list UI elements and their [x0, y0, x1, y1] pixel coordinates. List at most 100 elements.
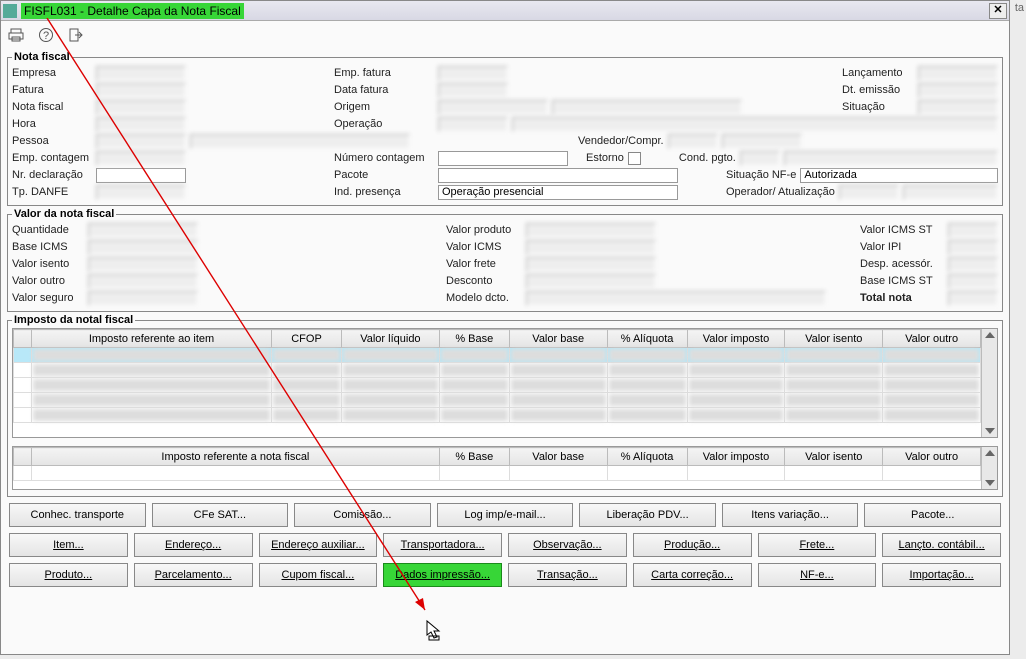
tax-note-table[interactable]: Imposto referente a nota fiscal % Base V…: [13, 447, 981, 481]
btn-importacao[interactable]: Importação...: [882, 563, 1001, 587]
btn-itens-variacao[interactable]: Itens variação...: [722, 503, 859, 527]
table-row[interactable]: [14, 348, 981, 363]
help-icon[interactable]: ?: [37, 26, 55, 44]
fld-pessoa-desc[interactable]: [190, 134, 410, 149]
fld-pessoa[interactable]: [96, 134, 186, 149]
fld-base-icms-st[interactable]: [948, 274, 998, 289]
fld-pacote[interactable]: [438, 168, 678, 183]
fld-lancamento[interactable]: [918, 66, 998, 81]
th-valor-imposto[interactable]: Valor imposto: [687, 330, 785, 348]
btn-item[interactable]: Item...: [9, 533, 128, 557]
fld-total-nota[interactable]: [948, 291, 998, 306]
fld-desp-acessor[interactable]: [948, 257, 998, 272]
th-pct-aliq[interactable]: % Alíquota: [607, 330, 687, 348]
fld-valor-seguro[interactable]: [88, 291, 198, 306]
btn-log-imp-email[interactable]: Log imp/e-mail...: [437, 503, 574, 527]
fld-valor-outro[interactable]: [88, 274, 198, 289]
table-row[interactable]: [14, 378, 981, 393]
btn-endereco-aux[interactable]: Endereço auxiliar...: [259, 533, 378, 557]
th-valor-base-2[interactable]: Valor base: [509, 448, 607, 466]
fld-valor-icms[interactable]: [526, 240, 656, 255]
table-row[interactable]: [14, 408, 981, 423]
btn-conhec-transporte[interactable]: Conhec. transporte: [9, 503, 146, 527]
th-valor-imposto-2[interactable]: Valor imposto: [687, 448, 785, 466]
fld-ind-presenca[interactable]: Operação presencial: [438, 185, 678, 200]
fld-valor-icms-st[interactable]: [948, 223, 998, 238]
fld-nota-fiscal[interactable]: [96, 100, 186, 115]
th-handle-2[interactable]: [14, 448, 32, 466]
th-valor-liquido[interactable]: Valor líquido: [342, 330, 440, 348]
fld-origem-2[interactable]: [552, 100, 742, 115]
fld-empresa[interactable]: [96, 66, 186, 81]
scrollbar-vertical[interactable]: [981, 329, 997, 437]
btn-pacote[interactable]: Pacote...: [864, 503, 1001, 527]
th-valor-isento-2[interactable]: Valor isento: [785, 448, 883, 466]
btn-dados-impressao[interactable]: Dados impressão...: [383, 563, 502, 587]
btn-frete[interactable]: Frete...: [758, 533, 877, 557]
fld-tp-danfe[interactable]: [96, 185, 186, 200]
th-valor-isento[interactable]: Valor isento: [785, 330, 883, 348]
th-valor-outro-2[interactable]: Valor outro: [883, 448, 981, 466]
th-valor-base[interactable]: Valor base: [509, 330, 607, 348]
tax-item-table-wrap: Imposto referente ao item CFOP Valor líq…: [12, 328, 998, 438]
fld-situacao-nfe[interactable]: Autorizada: [800, 168, 998, 183]
btn-comissao[interactable]: Comissão...: [294, 503, 431, 527]
fld-origem[interactable]: [438, 100, 548, 115]
fld-emp-fatura[interactable]: [438, 66, 508, 81]
tax-item-table[interactable]: Imposto referente ao item CFOP Valor líq…: [13, 329, 981, 423]
th-valor-outro[interactable]: Valor outro: [883, 330, 981, 348]
th-pct-base-2[interactable]: % Base: [439, 448, 509, 466]
fld-cond-pgto[interactable]: [740, 151, 780, 166]
th-cfop[interactable]: CFOP: [272, 330, 342, 348]
fld-hora[interactable]: [96, 117, 186, 132]
fld-operacao-desc[interactable]: [512, 117, 998, 132]
fld-operador[interactable]: [839, 185, 899, 200]
btn-observacao[interactable]: Observação...: [508, 533, 627, 557]
fld-vendedor[interactable]: [668, 134, 718, 149]
btn-carta-correcao[interactable]: Carta correção...: [633, 563, 752, 587]
th-handle[interactable]: [14, 330, 32, 348]
fld-valor-frete[interactable]: [526, 257, 656, 272]
fld-data-fatura[interactable]: [438, 83, 508, 98]
fld-fatura[interactable]: [96, 83, 186, 98]
fld-situacao[interactable]: [918, 100, 998, 115]
close-button[interactable]: ✕: [989, 3, 1007, 19]
table-row[interactable]: [14, 466, 981, 481]
fld-vendedor-2[interactable]: [722, 134, 802, 149]
fld-modelo-dcto[interactable]: [526, 291, 826, 306]
th-pct-aliq-2[interactable]: % Alíquota: [607, 448, 687, 466]
fld-nr-declaracao[interactable]: [96, 168, 186, 183]
chk-estorno[interactable]: [628, 152, 641, 165]
btn-parcelamento[interactable]: Parcelamento...: [134, 563, 253, 587]
btn-cupom-fiscal[interactable]: Cupom fiscal...: [259, 563, 378, 587]
btn-transacao[interactable]: Transação...: [508, 563, 627, 587]
fld-base-icms[interactable]: [88, 240, 198, 255]
fld-emp-contagem[interactable]: [96, 151, 186, 166]
fld-quantidade[interactable]: [88, 223, 198, 238]
th-imposto-item[interactable]: Imposto referente ao item: [32, 330, 272, 348]
table-row[interactable]: [14, 363, 981, 378]
btn-endereco[interactable]: Endereço...: [134, 533, 253, 557]
th-pct-base[interactable]: % Base: [439, 330, 509, 348]
fld-valor-ipi[interactable]: [948, 240, 998, 255]
btn-lancto-contabil[interactable]: Lançto. contábil...: [882, 533, 1001, 557]
fld-valor-isento[interactable]: [88, 257, 198, 272]
th-imposto-nota[interactable]: Imposto referente a nota fiscal: [32, 448, 440, 466]
btn-cfe-sat[interactable]: CFe SAT...: [152, 503, 289, 527]
print-icon[interactable]: [7, 26, 25, 44]
btn-nfe[interactable]: NF-e...: [758, 563, 877, 587]
scrollbar-vertical-2[interactable]: [981, 447, 997, 489]
btn-liberacao-pdv[interactable]: Liberação PDV...: [579, 503, 716, 527]
exit-icon[interactable]: [67, 26, 85, 44]
fld-valor-produto[interactable]: [526, 223, 656, 238]
btn-producao[interactable]: Produção...: [633, 533, 752, 557]
fld-numero-contagem[interactable]: [438, 151, 568, 166]
fld-cond-pgto-desc[interactable]: [784, 151, 998, 166]
fld-desconto[interactable]: [526, 274, 656, 289]
fld-atualizacao[interactable]: [903, 185, 998, 200]
btn-produto[interactable]: Produto...: [9, 563, 128, 587]
table-row[interactable]: [14, 393, 981, 408]
fld-operacao[interactable]: [438, 117, 508, 132]
fld-dt-emissao[interactable]: [918, 83, 998, 98]
btn-transportadora[interactable]: Transportadora...: [383, 533, 502, 557]
